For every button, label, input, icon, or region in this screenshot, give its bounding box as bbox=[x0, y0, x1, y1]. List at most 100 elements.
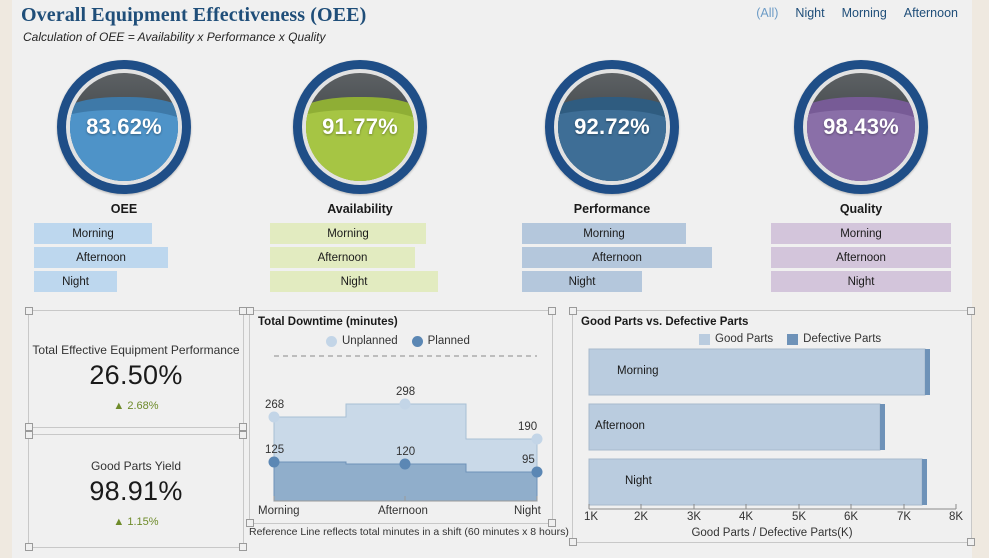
gauge-quality: 98.43% bbox=[794, 60, 928, 194]
gauge-availability: 91.77% bbox=[293, 60, 427, 194]
shift-filter-group: (All) Night Morning Afternoon bbox=[756, 6, 958, 20]
selection-handle[interactable] bbox=[967, 307, 975, 315]
selection-handle[interactable] bbox=[569, 307, 577, 315]
selection-handle[interactable] bbox=[967, 538, 975, 546]
gauge-value: 83.62% bbox=[86, 114, 162, 139]
gauge-title: Availability bbox=[327, 202, 393, 216]
selection-handle[interactable] bbox=[25, 543, 33, 551]
gauge-performance: 92.72% bbox=[545, 60, 679, 194]
planned-value-night: 95 bbox=[522, 454, 535, 466]
shift-bar[interactable]: Afternoon bbox=[522, 247, 712, 268]
kpi-delta: ▲ 1.15% bbox=[113, 516, 159, 528]
shift-bar-row[interactable]: Night bbox=[34, 270, 244, 294]
downtime-chart-panel[interactable]: Total Downtime (minutes) Unplanned Plann… bbox=[249, 310, 553, 524]
axis-label-afternoon: Afternoon bbox=[378, 505, 428, 517]
bar-defective-afternoon bbox=[880, 404, 885, 450]
shift-bar[interactable]: Night bbox=[270, 271, 438, 292]
kpi-value: 26.50% bbox=[89, 360, 183, 390]
shift-bar-row[interactable]: Night bbox=[270, 270, 480, 294]
gauge-value: 92.72% bbox=[574, 114, 650, 139]
unplanned-value-afternoon: 298 bbox=[396, 386, 416, 398]
shift-bar[interactable]: Night bbox=[522, 271, 642, 292]
gauge-value: 91.77% bbox=[322, 114, 398, 139]
x-tick-label: 4K bbox=[739, 511, 754, 523]
selection-handle[interactable] bbox=[25, 307, 33, 315]
filter-night[interactable]: Night bbox=[795, 6, 824, 20]
bar-label-afternoon: Afternoon bbox=[595, 420, 645, 432]
gauge-oee: 83.62% bbox=[57, 60, 191, 194]
bar-defective-morning bbox=[925, 349, 930, 395]
gauge-title: OEE bbox=[110, 202, 138, 216]
selection-handle[interactable] bbox=[239, 543, 247, 551]
gauge-value: 98.43% bbox=[823, 114, 899, 139]
shift-bar-row[interactable]: Afternoon bbox=[522, 246, 732, 270]
downtime-footnote: Reference Line reflects total minutes in… bbox=[249, 526, 569, 538]
shift-bar[interactable]: Morning bbox=[522, 223, 686, 244]
x-tick-label: 5K bbox=[792, 511, 807, 523]
shift-bar[interactable]: Morning bbox=[771, 223, 951, 244]
bar-defective-night bbox=[922, 459, 927, 505]
unplanned-marker bbox=[268, 411, 280, 423]
unplanned-value-night: 190 bbox=[518, 421, 538, 433]
shift-bar-list: Morning Afternoon Night bbox=[492, 222, 732, 294]
kpi-card-good-parts-yield[interactable]: Good Parts Yield 98.91% ▲ 1.15% bbox=[28, 434, 244, 548]
selection-handle[interactable] bbox=[246, 307, 254, 315]
planned-value-morning: 125 bbox=[265, 444, 285, 456]
axis-label-night: Night bbox=[514, 505, 541, 517]
selection-handle[interactable] bbox=[25, 431, 33, 439]
shift-bar-row[interactable]: Afternoon bbox=[270, 246, 480, 270]
goodparts-chart-panel[interactable]: Good Parts vs. Defective Parts Good Part… bbox=[572, 310, 972, 543]
selection-handle[interactable] bbox=[239, 423, 247, 431]
x-tick-label: 7K bbox=[897, 511, 912, 523]
planned-marker bbox=[399, 458, 411, 470]
x-tick-label: 1K bbox=[584, 511, 599, 523]
dashboard-canvas: Overall Equipment Effectiveness (OEE) Ca… bbox=[12, 0, 975, 558]
kpi-title: Good Parts Yield bbox=[90, 459, 182, 473]
shift-bar[interactable]: Afternoon bbox=[270, 247, 415, 268]
kpi-delta: ▲ 2.68% bbox=[113, 400, 159, 412]
kpi-card-teep[interactable]: Total Effective Equipment Performance 26… bbox=[28, 310, 244, 428]
shift-bar[interactable]: Night bbox=[771, 271, 951, 292]
shift-bar-row[interactable]: Afternoon bbox=[771, 246, 981, 270]
gauge-card-performance[interactable]: 92.72% Performance Morning Afternoon Nig… bbox=[492, 60, 732, 294]
shift-bar[interactable]: Morning bbox=[34, 223, 152, 244]
selection-handle[interactable] bbox=[25, 423, 33, 431]
shift-bar-list: Morning Afternoon Night bbox=[741, 222, 981, 294]
unplanned-marker bbox=[399, 398, 411, 410]
filter-morning[interactable]: Morning bbox=[842, 6, 887, 20]
shift-bar-list: Morning Afternoon Night bbox=[4, 222, 244, 294]
selection-handle[interactable] bbox=[569, 538, 577, 546]
shift-bar-row[interactable]: Night bbox=[522, 270, 732, 294]
page-subtitle: Calculation of OEE = Availability x Perf… bbox=[23, 30, 326, 44]
gauge-title: Quality bbox=[839, 202, 883, 216]
shift-bar[interactable]: Night bbox=[34, 271, 117, 292]
gauge-title: Performance bbox=[573, 202, 651, 216]
shift-bar-row[interactable]: Afternoon bbox=[34, 246, 244, 270]
axis-label-morning: Morning bbox=[258, 505, 300, 517]
unplanned-value-morning: 268 bbox=[265, 399, 285, 411]
filter-all[interactable]: (All) bbox=[756, 6, 778, 20]
planned-marker bbox=[531, 466, 543, 478]
selection-handle[interactable] bbox=[239, 431, 247, 439]
kpi-title: Total Effective Equipment Performance bbox=[32, 343, 240, 357]
bar-label-night: Night bbox=[625, 475, 652, 487]
shift-bar-row[interactable]: Morning bbox=[34, 222, 244, 246]
gauge-card-quality[interactable]: 98.43% Quality Morning Afternoon Night bbox=[741, 60, 981, 294]
planned-value-afternoon: 120 bbox=[396, 446, 416, 458]
shift-bar[interactable]: Afternoon bbox=[771, 247, 951, 268]
x-axis-title: Good Parts / Defective Parts(K) bbox=[691, 527, 853, 539]
shift-bar-row[interactable]: Morning bbox=[522, 222, 732, 246]
x-tick-label: 6K bbox=[844, 511, 859, 523]
selection-handle[interactable] bbox=[548, 307, 556, 315]
shift-bar[interactable]: Afternoon bbox=[34, 247, 168, 268]
gauge-card-availability[interactable]: 91.77% Availability Morning Afternoon Ni… bbox=[240, 60, 480, 294]
shift-bar-row[interactable]: Morning bbox=[270, 222, 480, 246]
shift-bar-row[interactable]: Night bbox=[771, 270, 981, 294]
filter-afternoon[interactable]: Afternoon bbox=[904, 6, 958, 20]
shift-bar-row[interactable]: Morning bbox=[771, 222, 981, 246]
x-tick-label: 3K bbox=[687, 511, 702, 523]
gauge-card-oee[interactable]: 83.62% OEE Morning Afternoon Night bbox=[4, 60, 244, 294]
bar-label-morning: Morning bbox=[617, 365, 659, 377]
planned-marker bbox=[268, 456, 280, 468]
shift-bar[interactable]: Morning bbox=[270, 223, 426, 244]
